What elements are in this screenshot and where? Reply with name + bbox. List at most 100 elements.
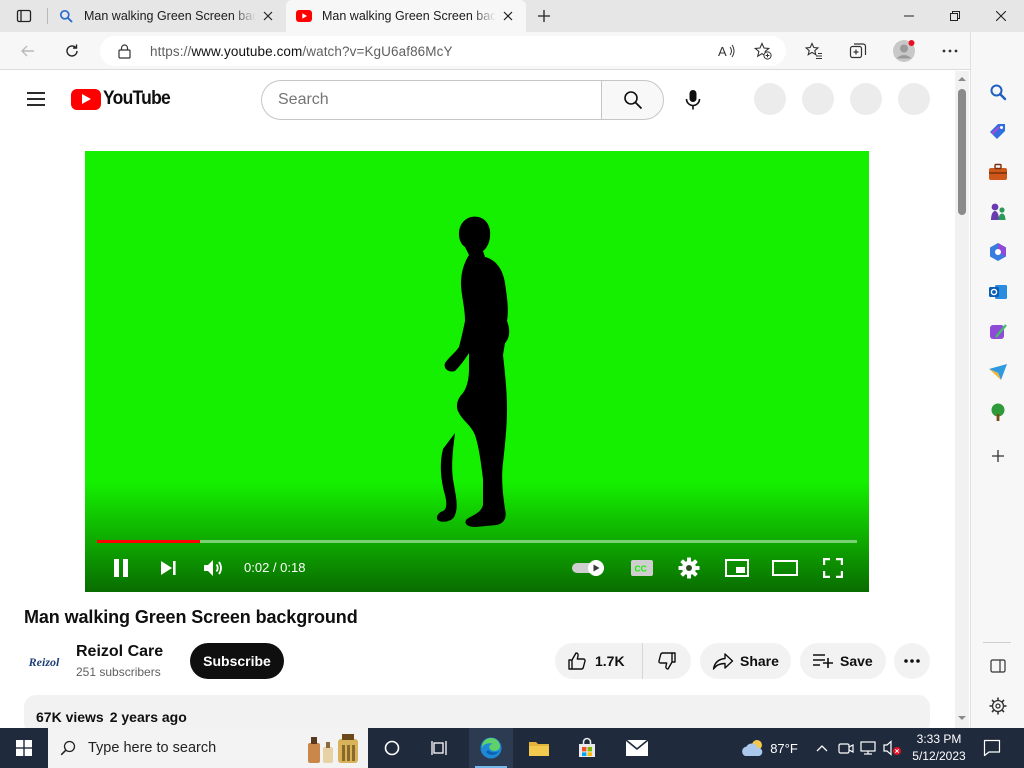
sidebar-panel-icon [990,659,1006,673]
mute-button[interactable] [202,554,226,582]
sidebar-games-button[interactable] [986,200,1010,224]
favorites-button[interactable] [800,37,828,65]
more-actions-button[interactable] [894,643,930,679]
cortana-button[interactable] [372,728,412,768]
sidebar-tools-button[interactable] [986,160,1010,184]
description-box[interactable]: 67K views 2 years ago [24,695,930,728]
youtube-logo[interactable]: YouTube [71,88,176,110]
search-icon [623,91,642,110]
thumbs-down-icon [658,652,676,670]
captions-button[interactable]: CC [628,554,656,582]
profile-button[interactable] [890,37,918,65]
close-tab-icon[interactable] [260,8,276,24]
close-tab-icon[interactable] [500,8,516,24]
new-tab-button[interactable] [532,4,556,28]
sidebar-search-button[interactable] [986,80,1010,104]
share-button[interactable]: Share [700,643,791,679]
taskbar-edge-app[interactable] [469,728,513,768]
tray-meet-now[interactable] [836,728,856,768]
sidebar-tree-button[interactable] [986,400,1010,424]
scroll-down-arrow-icon[interactable] [958,714,966,722]
taskbar-store[interactable] [565,728,609,768]
shopping-tag-icon [990,124,1005,139]
search-input[interactable]: Search [261,80,602,120]
sidebar-microsoft365-button[interactable] [986,240,1010,264]
url-text: https://www.youtube.com/watch?v=KgU6af86… [150,44,453,59]
header-placeholder-circle[interactable] [898,83,930,115]
video-player[interactable]: 0:02 / 0:18 CC [85,151,869,592]
settings-button[interactable] [676,554,702,582]
task-view-button[interactable] [420,728,460,768]
tab-search[interactable]: Man walking Green Screen backg [48,0,286,32]
sidebar-designer-button[interactable] [986,320,1010,344]
youtube-page: YouTube Search 0:02 / 0:18 CC Man walkin… [0,71,955,728]
theater-mode-button[interactable] [771,554,799,582]
tab-youtube[interactable]: Man walking Green Screen backg [286,0,526,32]
weather-widget[interactable]: 87°F [736,728,802,768]
autoplay-toggle[interactable] [571,554,607,582]
read-aloud-icon[interactable]: A [716,40,738,62]
start-button[interactable] [0,728,48,768]
taskbar-search-box[interactable]: Type here to search [48,728,368,768]
header-placeholder-circle[interactable] [850,83,882,115]
subscribe-button[interactable]: Subscribe [190,643,284,679]
taskbar-mail[interactable] [615,728,659,768]
restore-button[interactable] [932,0,978,32]
notification-center-button[interactable] [978,728,1006,768]
lock-icon[interactable] [118,43,134,59]
autoplay-toggle-icon [572,560,604,576]
profile-avatar-icon [893,40,915,62]
folder-icon [529,742,549,756]
outlook-icon [989,285,1007,299]
sidebar-add-button[interactable] [986,444,1010,468]
search-highlight-bottles-icon [308,734,358,763]
fullscreen-button[interactable] [820,554,846,582]
tray-volume[interactable] [882,728,904,768]
close-window-button[interactable] [978,0,1024,32]
windows-taskbar: Type here to search 87°F 3:33 PM 5/12/20… [0,728,1024,768]
sidebar-drop-button[interactable] [986,360,1010,384]
search-button[interactable] [601,80,664,120]
settings-more-button[interactable] [936,37,964,65]
sidebar-divider [983,642,1011,643]
captions-icon: CC [631,560,653,576]
header-placeholder-circle[interactable] [754,83,786,115]
collections-button[interactable] [844,37,872,65]
refresh-button[interactable] [58,37,86,65]
search-icon [48,740,88,756]
taskbar-file-explorer[interactable] [517,728,561,768]
scroll-up-arrow-icon[interactable] [958,75,966,83]
back-button[interactable] [14,37,42,65]
voice-search-button[interactable] [680,87,706,113]
page-scrollbar[interactable] [955,71,969,728]
minimize-button[interactable] [886,0,932,32]
channel-avatar[interactable]: Reizol [24,642,64,682]
sidebar-outlook-button[interactable] [986,280,1010,304]
partly-cloudy-icon [742,740,763,756]
gear-icon [678,557,700,579]
weather-temperature: 87°F [770,740,798,756]
sidebar-hide-button[interactable] [986,654,1010,678]
seek-bar[interactable] [97,540,857,543]
channel-name[interactable]: Reizol Care [76,643,163,661]
next-video-button[interactable] [156,554,180,582]
add-favorite-icon[interactable] [752,40,774,62]
scroll-thumb[interactable] [958,89,966,215]
header-placeholder-circle[interactable] [802,83,834,115]
pause-button[interactable] [109,554,133,582]
upload-age: 2 years ago [109,709,187,725]
sidebar-shopping-button[interactable] [986,120,1010,144]
taskbar-clock[interactable]: 3:33 PM 5/12/2023 [908,731,970,765]
chevron-up-icon [816,745,828,752]
guide-menu-button[interactable] [24,87,48,111]
save-button[interactable]: Save [800,643,886,679]
like-button[interactable]: 1.7K [555,643,643,679]
tray-network[interactable] [858,728,880,768]
tray-overflow-button[interactable] [812,728,832,768]
tab-actions-button[interactable] [8,4,40,28]
dislike-button[interactable] [643,643,691,679]
address-bar[interactable]: https://www.youtube.com/watch?v=KgU6af86… [100,36,786,66]
tab-title: Man walking Green Screen backg [84,9,256,23]
miniplayer-button[interactable] [724,554,750,582]
sidebar-settings-button[interactable] [986,694,1010,718]
